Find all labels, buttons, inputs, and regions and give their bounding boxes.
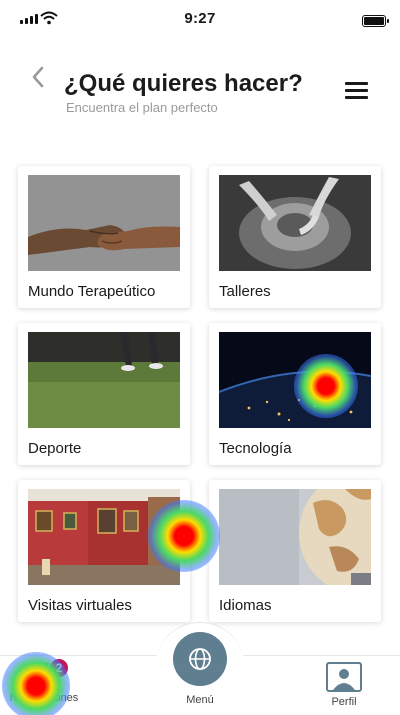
earth-night-image [219,332,371,428]
category-card-mundo-terapeutico[interactable]: Mundo Terapeútico [18,166,190,308]
category-card-idiomas[interactable]: Idiomas [209,480,381,622]
globe-icon [173,632,227,686]
card-label: Idiomas [219,597,272,614]
back-button[interactable] [28,64,48,92]
card-label: Visitas virtuales [28,597,132,614]
card-label: Tecnología [219,440,292,457]
category-grid: Mundo Terapeútico Talleres Deporte Tecno… [18,166,382,622]
nav-profile-label: Perfil [331,696,357,708]
category-card-visitas-virtuales[interactable]: Visitas virtuales [18,480,190,622]
card-label: Talleres [219,283,271,300]
battery-icon [362,15,389,27]
category-card-deporte[interactable]: Deporte [18,323,190,465]
handshake-image [28,175,180,271]
notification-badge: 2 [48,657,70,679]
category-card-talleres[interactable]: Talleres [209,166,381,308]
page-subtitle: Encuentra el plan perfecto [66,100,218,115]
grass-running-image [28,332,180,428]
page-title: ¿Qué quieres hacer? [64,70,303,97]
pottery-image [219,175,371,271]
category-card-tecnologia[interactable]: Tecnología [209,323,381,465]
profile-icon [326,662,362,692]
nav-menu[interactable]: Menú [162,632,238,706]
card-label: Mundo Terapeútico [28,283,156,300]
status-time: 9:27 [184,10,216,27]
nav-notifications-label: Notificaciones [9,692,79,704]
status-bar: 9:27 [0,0,400,40]
card-label: Deporte [28,440,82,457]
nav-notifications[interactable]: Notificaciones [4,662,84,704]
globe-image [219,489,371,585]
museum-gallery-image [28,489,180,585]
nav-menu-label: Menú [186,694,214,706]
hamburger-menu-button[interactable] [345,80,369,100]
nav-profile[interactable]: Perfil [314,662,374,708]
